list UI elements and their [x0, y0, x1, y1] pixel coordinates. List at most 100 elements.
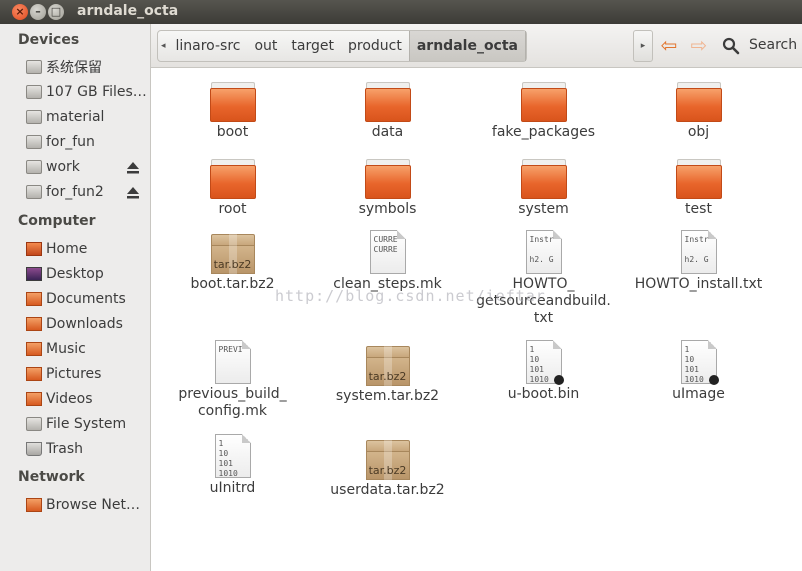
file-name: system.tar.bz2 — [335, 388, 440, 404]
music-folder-icon — [26, 342, 42, 356]
file-item-fake-packages[interactable]: fake_packages — [466, 82, 621, 141]
text-file-icon: Instr h2. G — [525, 230, 562, 274]
file-item-system-tar-bz2[interactable]: tar.bz2 system.tar.bz2 — [310, 346, 465, 405]
eject-icon[interactable] — [126, 161, 140, 175]
minimize-window-button[interactable]: – — [30, 4, 46, 20]
file-name: userdata.tar.bz2 — [330, 482, 445, 498]
archive-badge: tar.bz2 — [213, 258, 252, 271]
sidebar-item-label: Documents — [46, 291, 126, 307]
file-item-u-boot-bin[interactable]: 1 10 101 1010 u-boot.bin — [466, 340, 621, 403]
computer-header: Computer — [18, 213, 96, 229]
sidebar-item-device-2[interactable]: 107 GB Files… — [26, 81, 146, 103]
file-item-boot-tar-bz2[interactable]: tar.bz2 boot.tar.bz2 — [155, 234, 310, 293]
title-bar: × – □ arndale_octa — [0, 0, 802, 24]
breadcrumb-target[interactable]: target — [284, 31, 341, 61]
file-item-uinitrd[interactable]: 1 10 101 1010 uInitrd — [155, 434, 310, 497]
sidebar-item-label: work — [46, 159, 80, 175]
pictures-folder-icon — [26, 367, 42, 381]
sidebar-item-trash[interactable]: Trash — [26, 438, 146, 460]
file-name: boot — [216, 124, 249, 140]
file-preview: 1 10 101 1010 — [218, 439, 238, 478]
sidebar-item-desktop[interactable]: Desktop — [26, 263, 146, 285]
file-name: uInitrd — [209, 480, 256, 496]
file-item-userdata-tar-bz2[interactable]: tar.bz2 userdata.tar.bz2 — [310, 440, 465, 499]
folder-icon — [520, 82, 567, 122]
sidebar-item-label: Browse Net… — [46, 497, 141, 513]
videos-folder-icon — [26, 392, 42, 406]
file-item-obj[interactable]: obj — [621, 82, 776, 141]
folder-icon — [364, 159, 411, 199]
sidebar-item-device-1[interactable]: 系统保留 — [26, 56, 146, 78]
file-item-symbols[interactable]: symbols — [310, 159, 465, 218]
sidebar-item-label: Music — [46, 341, 86, 357]
breadcrumb-scroll-right-icon[interactable]: ▸ — [633, 30, 653, 62]
file-item-previous-build-config[interactable]: PREVI previous_build_ config.mk — [155, 340, 310, 420]
folder-icon — [209, 82, 256, 122]
forward-arrow-icon[interactable]: ⇨ — [687, 35, 711, 57]
watermark-text: http://blog.csdn.net/ieftar — [275, 287, 546, 305]
breadcrumb-linaro-src[interactable]: linaro-src — [168, 31, 247, 61]
breadcrumb-arndale-octa[interactable]: arndale_octa — [408, 31, 526, 61]
archive-badge: tar.bz2 — [368, 464, 407, 477]
file-item-howto-install[interactable]: Instr h2. G HOWTO_install.txt — [621, 230, 776, 293]
sidebar-item-videos[interactable]: Videos — [26, 388, 146, 410]
file-item-howto-getsourceandbuild[interactable]: Instr h2. G HOWTO_ getsourceandbuild. tx… — [466, 230, 621, 327]
archive-icon: tar.bz2 — [365, 440, 410, 480]
sidebar-item-pictures[interactable]: Pictures — [26, 363, 146, 385]
sidebar-item-label: Pictures — [46, 366, 102, 382]
sidebar-item-label: Videos — [46, 391, 93, 407]
breadcrumb-product[interactable]: product — [341, 31, 409, 61]
sidebar-item-label: for_fun — [46, 134, 95, 150]
file-name: data — [371, 124, 404, 140]
file-item-test[interactable]: test — [621, 159, 776, 218]
sidebar-item-music[interactable]: Music — [26, 338, 146, 360]
folder-icon — [209, 159, 256, 199]
network-icon — [26, 498, 42, 512]
sidebar-item-home[interactable]: Home — [26, 238, 146, 260]
breadcrumb-scroll-left-icon[interactable]: ◂ — [158, 41, 168, 51]
sidebar-item-browse-network[interactable]: Browse Net… — [26, 494, 146, 516]
sidebar-item-label: File System — [46, 416, 127, 432]
network-header: Network — [18, 469, 85, 485]
file-view: boot data fake_packages obj root symbols… — [151, 68, 802, 571]
text-file-icon: PREVI — [214, 340, 251, 384]
file-item-boot[interactable]: boot — [155, 82, 310, 141]
sidebar-item-label: 系统保留 — [46, 60, 102, 76]
sidebar-item-file-system[interactable]: File System — [26, 413, 146, 435]
sidebar-item-work[interactable]: work — [26, 156, 122, 178]
drive-icon — [26, 85, 42, 99]
eject-icon[interactable] — [126, 186, 140, 200]
file-item-root[interactable]: root — [155, 159, 310, 218]
file-preview: 1 10 101 1010 — [684, 345, 704, 384]
documents-folder-icon — [26, 292, 42, 306]
close-window-button[interactable]: × — [12, 4, 28, 20]
file-item-uimage[interactable]: 1 10 101 1010 uImage — [621, 340, 776, 403]
sidebar-item-for-fun2[interactable]: for_fun2 — [26, 181, 122, 203]
back-arrow-icon[interactable]: ⇦ — [657, 35, 681, 57]
file-name: u-boot.bin — [507, 386, 580, 402]
file-item-data[interactable]: data — [310, 82, 465, 141]
sidebar-item-documents[interactable]: Documents — [26, 288, 146, 310]
binary-file-icon: 1 10 101 1010 — [214, 434, 251, 478]
folder-icon — [675, 159, 722, 199]
folder-icon — [520, 159, 567, 199]
breadcrumb-out[interactable]: out — [247, 31, 284, 61]
file-name: symbols — [358, 201, 417, 217]
file-item-system[interactable]: system — [466, 159, 621, 218]
sidebar-item-label: Home — [46, 241, 88, 257]
sidebar: Devices 系统保留 107 GB Files… material for_… — [0, 24, 151, 571]
search-button[interactable]: Search — [749, 37, 797, 53]
file-preview: PREVI — [218, 345, 243, 354]
file-name: root — [218, 201, 247, 217]
file-name: obj — [687, 124, 710, 140]
sidebar-item-label: Desktop — [46, 266, 104, 282]
sidebar-item-for-fun[interactable]: for_fun — [26, 131, 146, 153]
sidebar-item-label: for_fun2 — [46, 184, 104, 200]
sidebar-item-material[interactable]: material — [26, 106, 146, 128]
breadcrumb: ◂ linaro-src out target product arndale_… — [157, 30, 527, 62]
file-item-clean-steps-mk[interactable]: CURRE CURRE clean_steps.mk — [310, 230, 465, 293]
maximize-window-button[interactable]: □ — [48, 4, 64, 20]
search-icon[interactable] — [722, 37, 740, 55]
sidebar-item-downloads[interactable]: Downloads — [26, 313, 146, 335]
trash-icon — [26, 442, 42, 456]
